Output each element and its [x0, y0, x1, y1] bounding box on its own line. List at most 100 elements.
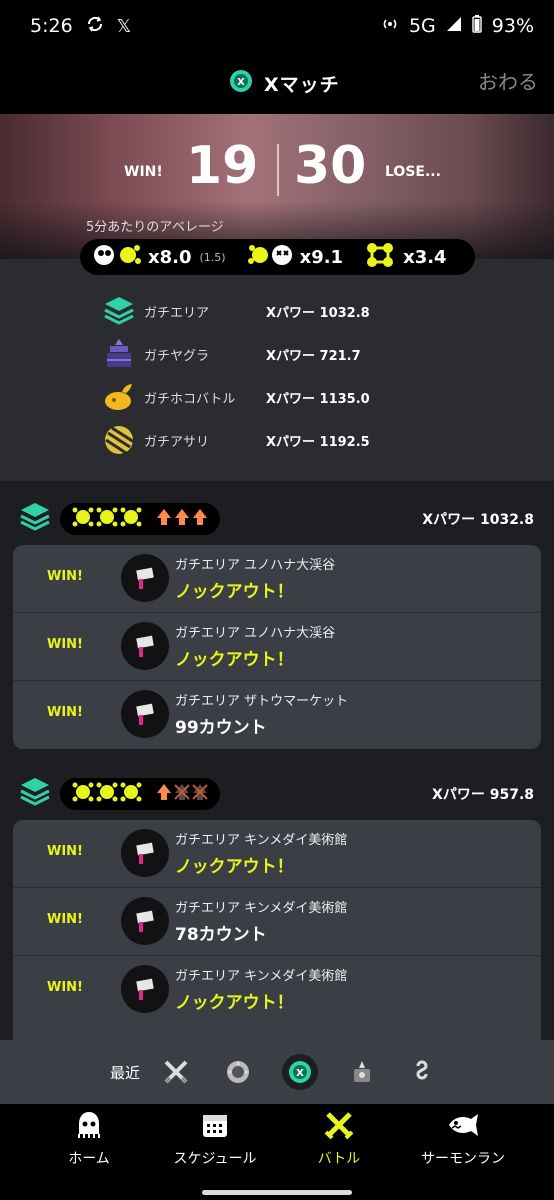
- signal-icon: [446, 15, 462, 37]
- win-splat-icon: [72, 506, 94, 532]
- squid-up-icon: [156, 783, 172, 805]
- weapon-icon: [121, 965, 169, 1013]
- match-outcome: 78カウント: [175, 925, 267, 945]
- mode-name: ガチエリア: [144, 305, 210, 321]
- mode-row: ガチエリア Xパワー 1032.8: [100, 291, 370, 331]
- network-type: 5G: [408, 15, 436, 37]
- splat-zones-icon: [100, 292, 138, 330]
- nav-label: バトル: [317, 1151, 361, 1167]
- app-header: X Xマッチ おわる: [0, 52, 554, 114]
- match-outcome: ノックアウト！: [175, 650, 294, 670]
- clam-blitz-icon: [100, 421, 138, 459]
- svg-text:X: X: [237, 77, 245, 88]
- match-result: WIN!: [47, 980, 83, 995]
- kill-value: x8.0: [148, 246, 192, 268]
- filter-all-icon[interactable]: [158, 1054, 194, 1090]
- special-value: x3.4: [403, 246, 447, 268]
- lose-count: 30: [294, 136, 367, 196]
- weapon-icon: [121, 897, 169, 945]
- mode-row: ガチヤグラ Xパワー 721.7: [100, 334, 361, 374]
- match-outcome: ノックアウト！: [175, 993, 294, 1013]
- death-stat: x9.1: [247, 242, 344, 273]
- mode-power: Xパワー 1135.0: [266, 391, 370, 407]
- match-outcome: ノックアウト！: [175, 857, 294, 877]
- mode-name: ガチヤグラ: [144, 348, 210, 364]
- status-bar: 5:26 𝕏 5G 93%: [0, 0, 554, 52]
- match-row[interactable]: WIN! ガチエリア キンメダイ美術館 78カウント: [13, 888, 541, 956]
- match-result: WIN!: [47, 569, 83, 584]
- set-power: Xパワー 1032.8: [422, 512, 534, 528]
- mode-row: ガチアサリ Xパワー 1192.5: [100, 420, 370, 460]
- death-icon: [247, 242, 294, 273]
- match-stage: ガチエリア ユノハナ大渓谷: [175, 558, 336, 573]
- average-stats: x8.0 (1.5) x9.1 x3.4: [80, 239, 475, 275]
- nav-label: サーモンラン: [421, 1151, 505, 1167]
- squid-home-icon: [74, 1110, 104, 1144]
- nav-battle[interactable]: バトル: [279, 1110, 399, 1170]
- match-row[interactable]: WIN! ガチエリア ユノハナ大渓谷 ノックアウト！: [13, 545, 541, 613]
- page-title: Xマッチ: [264, 73, 340, 96]
- match-outcome: ノックアウト！: [175, 582, 294, 602]
- match-row[interactable]: WIN! ガチエリア キンメダイ美術館 ノックアウト！: [13, 820, 541, 888]
- splat-zones-icon: [18, 500, 52, 538]
- match-row[interactable]: WIN! ガチエリア ザトウマーケット 99カウント: [13, 681, 541, 749]
- battle-icon: [324, 1110, 354, 1144]
- match-result: WIN!: [47, 912, 83, 927]
- x-match-icon: X: [228, 68, 254, 98]
- match-stage: ガチエリア キンメダイ美術館: [175, 833, 348, 848]
- nav-schedule[interactable]: スケジュール: [155, 1110, 275, 1170]
- set-header: Xパワー 1032.8: [18, 501, 538, 537]
- filter-anarchy-icon[interactable]: [220, 1054, 256, 1090]
- mode-name: ガチアサリ: [144, 434, 210, 450]
- match-row[interactable]: WIN! ガチエリア キンメダイ美術館 ノックアウト！: [13, 956, 541, 1024]
- set-header: Xパワー 957.8: [18, 776, 538, 812]
- recent-filter-bar: 最近 X: [0, 1040, 554, 1104]
- filter-private-icon[interactable]: [404, 1054, 440, 1090]
- lose-label: LOSE...: [385, 164, 441, 180]
- battery-icon: [472, 14, 482, 38]
- nav-label: ホーム: [68, 1151, 110, 1167]
- match-result: WIN!: [47, 844, 83, 859]
- summary-hero: WIN! 19 30 LOSE... 5分あたりのアベレージ: [0, 114, 554, 259]
- mode-power: Xパワー 1032.8: [266, 305, 370, 321]
- kill-stat: x8.0 (1.5): [92, 242, 226, 273]
- clock: 5:26: [30, 15, 73, 37]
- tower-control-icon: [100, 335, 138, 373]
- battery-level: 93%: [491, 15, 534, 37]
- mode-name: ガチホコバトル: [144, 391, 236, 407]
- squid-up-icon: [174, 508, 190, 530]
- match-stage: ガチエリア キンメダイ美術館: [175, 901, 348, 916]
- set-power: Xパワー 957.8: [432, 787, 534, 803]
- match-outcome: 99カウント: [175, 718, 267, 738]
- match-stage: ガチエリア ユノハナ大渓谷: [175, 626, 336, 641]
- recent-label: 最近: [110, 1064, 141, 1082]
- match-row[interactable]: WIN! ガチエリア ユノハナ大渓谷 ノックアウト！: [13, 613, 541, 681]
- calendar-icon: [200, 1110, 230, 1144]
- win-splat-icon: [120, 781, 142, 807]
- match-result: WIN!: [47, 705, 83, 720]
- average-caption: 5分あたりのアベレージ: [86, 220, 224, 235]
- nav-salmon-run[interactable]: サーモンラン: [403, 1110, 523, 1170]
- weapon-icon: [121, 690, 169, 738]
- home-indicator[interactable]: [202, 1190, 352, 1195]
- win-splat-icon: [120, 506, 142, 532]
- win-splat-icon: [96, 781, 118, 807]
- mode-power: Xパワー 721.7: [266, 348, 361, 364]
- nav-label: スケジュール: [173, 1151, 257, 1167]
- filter-challenge-icon[interactable]: [344, 1054, 380, 1090]
- close-button[interactable]: おわる: [478, 66, 538, 95]
- rainmaker-icon: [100, 378, 138, 416]
- squid-up-icon: [192, 508, 208, 530]
- set-record: [60, 778, 220, 810]
- special-stat: x3.4: [363, 242, 447, 273]
- nav-home[interactable]: ホーム: [29, 1110, 149, 1170]
- weapon-icon: [121, 829, 169, 877]
- win-label: WIN!: [124, 164, 163, 180]
- filter-x-match-icon[interactable]: X: [282, 1054, 318, 1090]
- set-record: [60, 503, 220, 535]
- match-stage: ガチエリア ザトウマーケット: [175, 694, 349, 709]
- match-card: WIN! ガチエリア ユノハナ大渓谷 ノックアウト！ WIN! ガチエリア ユノ…: [13, 545, 541, 749]
- squid-up-icon: [156, 508, 172, 530]
- death-value: x9.1: [299, 246, 344, 268]
- crossed-squid-icon: [174, 783, 190, 805]
